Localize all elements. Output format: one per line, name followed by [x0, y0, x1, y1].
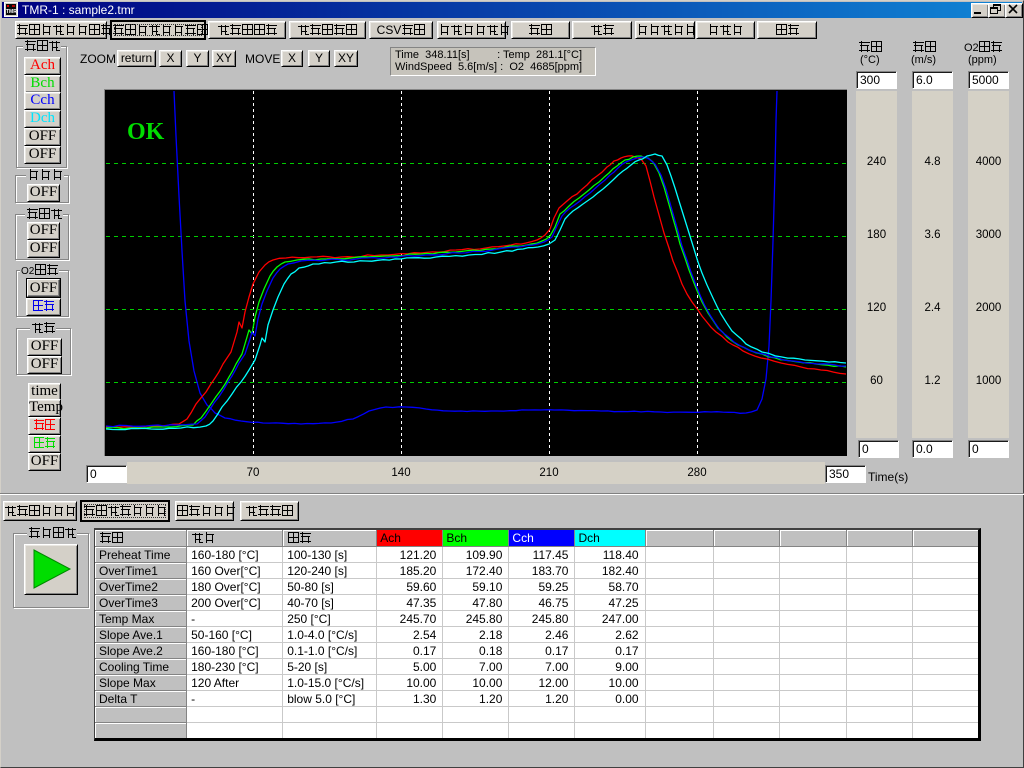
svg-text:OK: OK: [127, 119, 165, 145]
